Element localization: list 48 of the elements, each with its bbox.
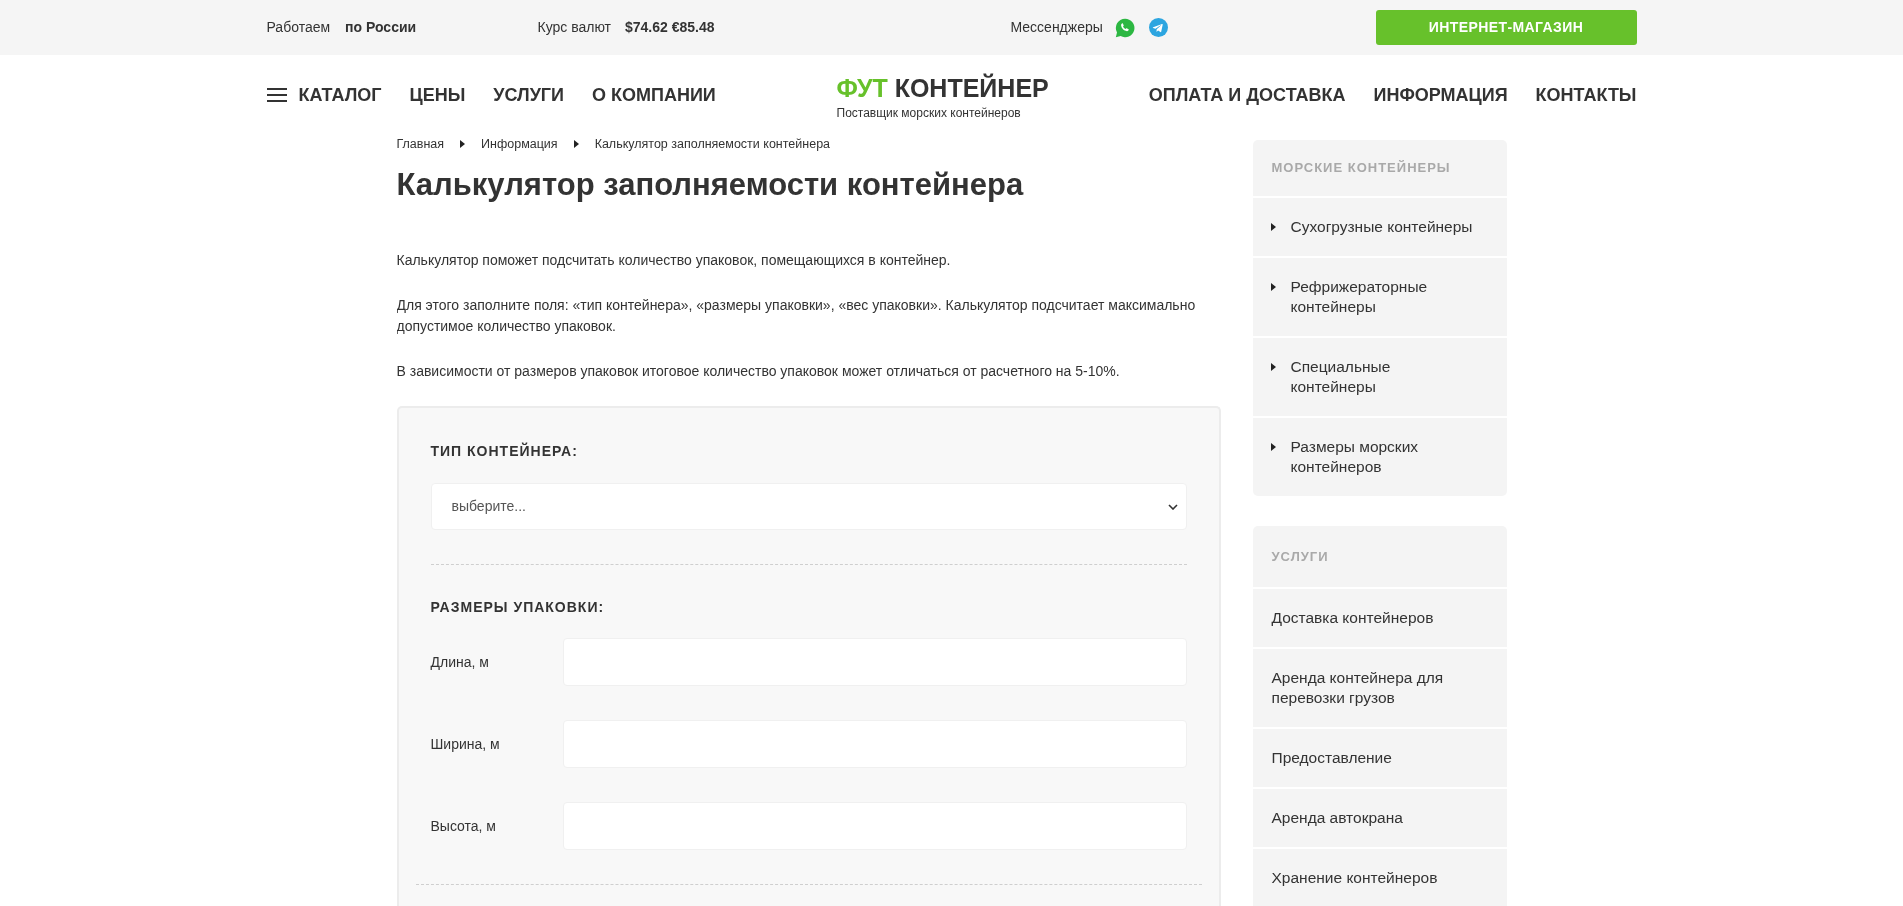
sidebar-link[interactable]: Аренда контейнера для перевозки грузов [1252,647,1507,727]
sidebar-link[interactable]: Предоставление [1252,727,1507,787]
dimension-label: Длина, м [430,652,490,672]
nav-link[interactable]: ИНФОРМАЦИЯ [1373,81,1508,109]
messengers-label: Мессенджеры [1010,18,1103,37]
container-type-select[interactable]: выберите... [430,483,1187,530]
triangle-right-icon [1270,363,1276,371]
sidebar-link[interactable]: Аренда автокрана [1252,787,1507,847]
triangle-right-icon [1270,283,1276,291]
intro-paragraph: Для этого заполните поля: «тип контейнера», «размеры упаковки», «вес упаковки». Калькулятор подсчитает максимально допустимое количество упаковок. [396,296,1197,336]
breadcrumb-current: Калькулятор заполняемости контейнера [594,136,831,152]
paper-plane-icon[interactable] [1148,18,1168,37]
sidebar-link[interactable]: Размеры морских контейнеров [1252,416,1507,496]
logo-tagline: Поставщик морских контейнеров [836,106,1022,120]
caret-right-icon [573,140,579,148]
page-title: Калькулятор заполняемости контейнера [396,167,1025,203]
caret-right-icon [460,140,466,148]
currency-rates: $74.62 €85.48 [625,18,715,37]
currency-label: Курс валют [537,18,611,37]
section-label: РАЗМЕРЫ УПАКОВКИ: [430,598,606,617]
logo-text[interactable]: ФУТ КОНТЕЙНЕР [836,74,1049,102]
sidebar-link[interactable]: Хранение контейнеров [1252,847,1507,906]
menu-icon [266,88,287,102]
sidebar-link[interactable]: Сухогрузные контейнеры [1252,196,1507,256]
nav-link[interactable]: О КОМПАНИИ [592,81,716,109]
triangle-right-icon [1270,443,1276,451]
catalog-link[interactable]: КАТАЛОГ [266,81,382,109]
phone-bubble-icon[interactable] [1114,17,1135,38]
dimension-label: Ширина, м [430,734,501,754]
region-value: по России [345,18,417,37]
nav-link[interactable]: КОНТАКТЫ [1535,81,1637,109]
sidebar-link[interactable]: Доставка контейнеров [1252,587,1507,647]
sidebar-heading: МОРСКИЕ КОНТЕЙНЕРЫ [1271,159,1451,178]
intro-paragraph: В зависимости от размеров упаковок итоговое количество упаковок может отличаться от расчетного на 5-10%. [396,362,1121,381]
sidebar-link[interactable]: Специальные контейнеры [1252,336,1507,416]
region-label: Работаем [266,18,331,37]
nav-link[interactable]: ОПЛАТА И ДОСТАВКА [1148,81,1346,109]
section-label: ТИП КОНТЕЙНЕРА: [430,441,579,461]
dimension-label: Высота, м [430,816,497,836]
intro-paragraph: Калькулятор поможет подсчитать количество упаковок, помещающихся в контейнер. [396,251,952,270]
nav-link[interactable]: ЦЕНЫ [409,81,466,109]
nav-link[interactable]: УСЛУГИ [493,81,564,109]
triangle-right-icon [1270,223,1276,231]
breadcrumb-link[interactable]: Главная [396,136,445,152]
sidebar-heading: УСЛУГИ [1271,547,1329,566]
chevron-down-icon [1167,503,1178,510]
breadcrumb-link[interactable]: Информация [481,136,558,152]
sidebar-link[interactable]: Рефрижераторные контейнеры [1252,256,1507,336]
